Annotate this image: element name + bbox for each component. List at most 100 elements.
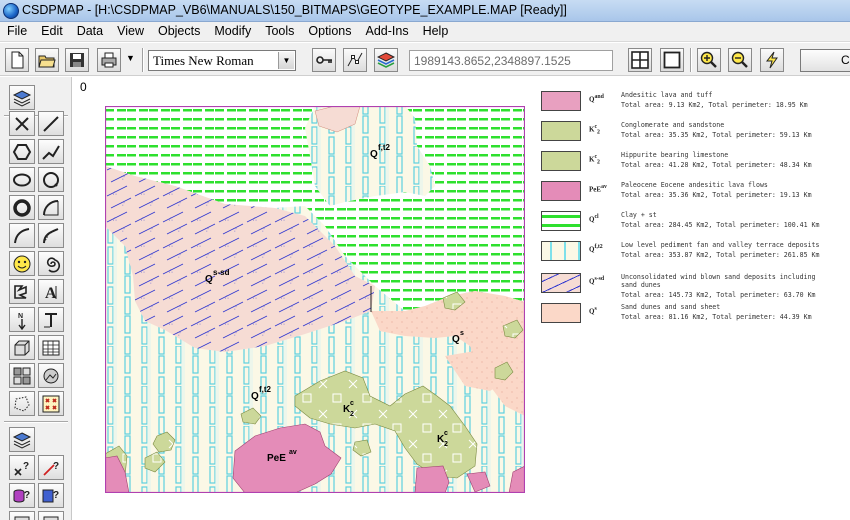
legend-swatch xyxy=(541,121,581,141)
zoom-in-icon xyxy=(700,51,717,68)
map-canvas[interactable]: 0 Q f,t2 Q s-sd Q s Q f,t2 K c 2 K c 2 P… xyxy=(73,77,850,520)
box-tool-button[interactable] xyxy=(9,335,35,360)
new-button[interactable] xyxy=(5,48,29,72)
legend-statistics: Total area: 284.45 Km2, Total perimeter:… xyxy=(621,221,820,229)
menu-help[interactable]: Help xyxy=(416,22,456,42)
map-label-sup: f,t2 xyxy=(378,143,391,152)
freehand-tool-button[interactable] xyxy=(9,279,35,304)
menu-tools[interactable]: Tools xyxy=(258,22,301,42)
print-button[interactable] xyxy=(97,48,121,72)
query-database-button[interactable]: ? xyxy=(9,483,35,508)
coordinates-field[interactable]: 1989143.8652,2348897.1525 xyxy=(409,50,613,71)
map-label-text: PeE xyxy=(267,453,286,464)
arc-icon xyxy=(43,199,59,215)
menu-edit[interactable]: Edit xyxy=(34,22,70,42)
grid-button[interactable] xyxy=(628,48,652,72)
legend-description: Conglomerate and sandstone xyxy=(621,121,725,129)
legend-code: PeEav xyxy=(589,184,607,194)
query-table-button[interactable]: ? xyxy=(38,483,64,508)
redraw-button[interactable] xyxy=(760,48,784,72)
lava-flow-unit[interactable] xyxy=(414,465,450,493)
layers-button[interactable] xyxy=(374,48,398,72)
ring-tool-button[interactable] xyxy=(9,195,35,220)
query-line-button[interactable]: ? xyxy=(38,455,64,480)
table-tool-button[interactable] xyxy=(38,335,64,360)
query-database-icon: ? xyxy=(13,489,30,503)
legend-description: Clay + st xyxy=(621,211,657,219)
menu-view[interactable]: View xyxy=(110,22,151,42)
menu-modify[interactable]: Modify xyxy=(207,22,258,42)
select-layer-button[interactable] xyxy=(9,427,35,452)
select-tool-button[interactable] xyxy=(9,85,35,110)
menu-data[interactable]: Data xyxy=(70,22,110,42)
map-label-sup: c xyxy=(350,400,354,407)
frame-button[interactable] xyxy=(660,48,684,72)
legend-statistics: Total area: 35.36 Km2, Total perimeter: … xyxy=(621,191,812,199)
legend-description: Paleocene Eocene andesitic lava flows xyxy=(621,181,768,189)
pattern-tool-button[interactable] xyxy=(38,391,64,416)
grid-fill-tool-button[interactable] xyxy=(9,363,35,388)
map-label-text: Q xyxy=(370,149,378,160)
title-bar[interactable]: CSDPMAP - [H:\CSDPMAP_VB6\MANUALS\150_BI… xyxy=(0,0,850,22)
svg-text:N: N xyxy=(18,313,23,320)
map-label-sup: s xyxy=(460,330,464,337)
palette-divider xyxy=(4,421,68,423)
curve-tool-button[interactable] xyxy=(9,223,35,248)
symbol-tool-button[interactable] xyxy=(9,251,35,276)
north-arrow-tool-button[interactable]: N xyxy=(9,307,35,332)
polygon-tool-button[interactable] xyxy=(9,139,35,164)
key-button[interactable] xyxy=(312,48,336,72)
query-extra-button-2[interactable] xyxy=(38,511,64,520)
legend-description: Unconsolidated wind blown sand deposits … xyxy=(621,273,816,289)
menu-options[interactable]: Options xyxy=(301,22,358,42)
label-tool-button[interactable] xyxy=(38,307,64,332)
region-tool-button[interactable] xyxy=(9,391,35,416)
chevron-down-icon[interactable]: ▼ xyxy=(278,52,294,69)
menu-add-ins[interactable]: Add-Ins xyxy=(358,22,415,42)
legend-code: Qand xyxy=(589,94,604,104)
zoom-out-button[interactable] xyxy=(728,48,752,72)
circle-icon xyxy=(43,171,59,188)
legend-code: Kc2 xyxy=(589,154,600,166)
zoom-in-button[interactable] xyxy=(697,48,721,72)
map-legend[interactable]: Qand Andesitic lava and tuff Total area:… xyxy=(541,91,850,341)
polyline-tool-button[interactable] xyxy=(38,139,64,164)
menu-objects[interactable]: Objects xyxy=(151,22,207,42)
window-title: CSDPMAP - [H:\CSDPMAP_VB6\MANUALS\150_BI… xyxy=(22,3,567,17)
arc-tool-button[interactable] xyxy=(38,195,64,220)
query-point-button[interactable]: ? xyxy=(9,455,35,480)
legend-swatch xyxy=(541,303,581,323)
menu-bar: File Edit Data View Objects Modify Tools… xyxy=(0,22,850,42)
svg-text:A: A xyxy=(45,285,57,302)
query-extra-button[interactable] xyxy=(9,511,35,520)
curve-icon xyxy=(14,227,30,243)
new-icon xyxy=(11,51,24,69)
legend-swatch xyxy=(541,273,581,293)
open-button[interactable] xyxy=(35,48,59,72)
legend-description: Sand dunes and sand sheet xyxy=(621,303,721,311)
map-label-text: Q xyxy=(452,334,460,345)
legend-code: Qs-sd xyxy=(589,276,605,286)
image-tool-button[interactable] xyxy=(38,363,64,388)
geology-map[interactable]: ∴ ∵ xyxy=(105,106,525,493)
point-tool-button[interactable] xyxy=(9,111,35,136)
query-point-icon: ? xyxy=(14,461,29,476)
table-icon xyxy=(42,340,60,355)
save-button[interactable] xyxy=(65,48,89,72)
spiral-tool-button[interactable] xyxy=(38,251,64,276)
ellipse-tool-button[interactable] xyxy=(9,167,35,192)
circle-tool-button[interactable] xyxy=(38,167,64,192)
north-arrow-icon: N xyxy=(18,313,26,330)
bezier-tool-button[interactable] xyxy=(38,223,64,248)
cancel-button[interactable]: Ca xyxy=(800,49,850,72)
node-edit-button[interactable] xyxy=(343,48,367,72)
map-label-sup: f,t2 xyxy=(259,385,272,394)
redraw-icon xyxy=(765,51,778,69)
legend-code: Qs xyxy=(589,306,597,316)
menu-file[interactable]: File xyxy=(0,22,34,42)
text-tool-button[interactable]: A xyxy=(38,279,64,304)
font-select[interactable]: Times New Roman ▼ xyxy=(148,50,296,71)
image-icon xyxy=(43,368,59,383)
print-dropdown-arrow[interactable]: ▼ xyxy=(126,53,135,63)
line-tool-button[interactable] xyxy=(38,111,64,136)
